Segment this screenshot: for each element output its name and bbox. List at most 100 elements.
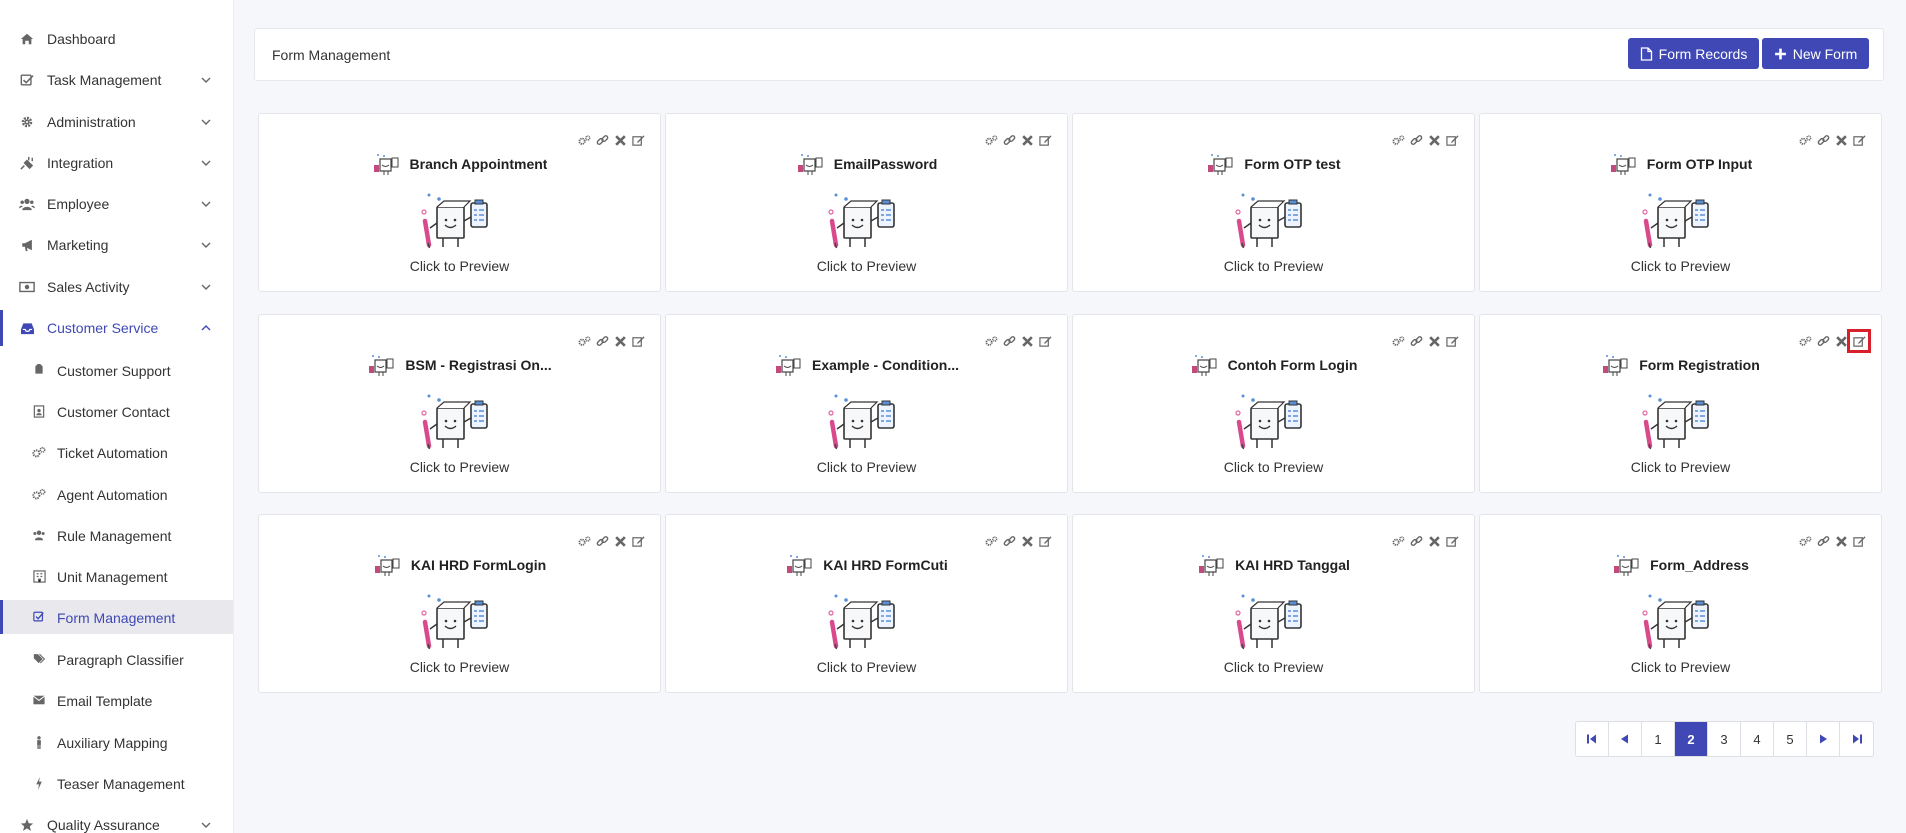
edit-icon[interactable] — [1445, 334, 1459, 348]
form-illustration-icon[interactable] — [1641, 193, 1721, 249]
edit-icon[interactable] — [1852, 534, 1866, 548]
form-illustration-icon[interactable] — [1234, 394, 1314, 450]
settings-icon[interactable] — [577, 334, 591, 348]
settings-icon[interactable] — [984, 334, 998, 348]
settings-icon[interactable] — [577, 133, 591, 147]
sidebar-subitem-rule-management[interactable]: Rule Management — [0, 518, 233, 552]
link-icon[interactable] — [1002, 133, 1016, 147]
link-icon[interactable] — [1816, 133, 1830, 147]
form-card[interactable]: KAI HRD FormCuti Click to Preview — [665, 514, 1068, 693]
form-illustration-icon[interactable] — [420, 394, 500, 450]
form-records-button[interactable]: Form Records — [1628, 38, 1759, 69]
edit-icon[interactable] — [1038, 534, 1052, 548]
form-illustration-icon[interactable] — [827, 193, 907, 249]
form-card[interactable]: Example - Condition... Click to Preview — [665, 314, 1068, 493]
click-to-preview-text[interactable]: Click to Preview — [1480, 459, 1881, 475]
page-5-button[interactable]: 5 — [1774, 722, 1807, 756]
sidebar-subitem-auxiliary-mapping[interactable]: Auxiliary Mapping — [0, 725, 233, 759]
delete-icon[interactable] — [1427, 133, 1441, 147]
first-page-button[interactable] — [1576, 722, 1609, 756]
form-card[interactable]: Form_Address Click to Preview — [1479, 514, 1882, 693]
sidebar-subitem-paragraph-classifier[interactable]: Paragraph Classifier — [0, 642, 233, 676]
edit-icon[interactable] — [631, 334, 645, 348]
click-to-preview-text[interactable]: Click to Preview — [666, 258, 1067, 274]
form-card[interactable]: Contoh Form Login Click to Preview — [1072, 314, 1475, 493]
edit-icon[interactable] — [1038, 334, 1052, 348]
sidebar-item-marketing[interactable]: Marketing — [0, 227, 233, 263]
edit-icon[interactable] — [631, 534, 645, 548]
form-card[interactable]: Form OTP Input Click to Preview — [1479, 113, 1882, 292]
sidebar-subitem-customer-contact[interactable]: Customer Contact — [0, 394, 233, 428]
click-to-preview-text[interactable]: Click to Preview — [1480, 659, 1881, 675]
sidebar-item-customer-service[interactable]: Customer Service — [0, 310, 233, 346]
last-page-button[interactable] — [1840, 722, 1873, 756]
link-icon[interactable] — [1002, 534, 1016, 548]
settings-icon[interactable] — [1391, 334, 1405, 348]
sidebar-item-dashboard[interactable]: Dashboard — [0, 21, 233, 57]
form-illustration-icon[interactable] — [1641, 394, 1721, 450]
form-card[interactable]: KAI HRD FormLogin Click to Preview — [258, 514, 661, 693]
delete-icon[interactable] — [1834, 133, 1848, 147]
form-illustration-icon[interactable] — [1641, 594, 1721, 650]
sidebar-item-quality-assurance[interactable]: Quality Assurance — [0, 807, 233, 833]
page-3-button[interactable]: 3 — [1708, 722, 1741, 756]
form-illustration-icon[interactable] — [1234, 594, 1314, 650]
edit-icon[interactable] — [1852, 133, 1866, 147]
page-2-button[interactable]: 2 — [1675, 722, 1708, 756]
settings-icon[interactable] — [1391, 534, 1405, 548]
delete-icon[interactable] — [613, 534, 627, 548]
sidebar-subitem-customer-support[interactable]: Customer Support — [0, 353, 233, 387]
delete-icon[interactable] — [1834, 334, 1848, 348]
click-to-preview-text[interactable]: Click to Preview — [259, 459, 660, 475]
form-card[interactable]: Form Registration Click to Preview — [1479, 314, 1882, 493]
delete-icon[interactable] — [1020, 133, 1034, 147]
link-icon[interactable] — [595, 534, 609, 548]
sidebar-subitem-unit-management[interactable]: Unit Management — [0, 559, 233, 593]
form-card[interactable]: BSM - Registrasi On... Click to Preview — [258, 314, 661, 493]
form-illustration-icon[interactable] — [420, 193, 500, 249]
next-page-button[interactable] — [1807, 722, 1840, 756]
page-1-button[interactable]: 1 — [1642, 722, 1675, 756]
edit-icon[interactable] — [1445, 133, 1459, 147]
click-to-preview-text[interactable]: Click to Preview — [259, 659, 660, 675]
form-card[interactable]: KAI HRD Tanggal Click to Preview — [1072, 514, 1475, 693]
sidebar-item-task-management[interactable]: Task Management — [0, 62, 233, 98]
settings-icon[interactable] — [1391, 133, 1405, 147]
sidebar-subitem-email-template[interactable]: Email Template — [0, 683, 233, 717]
form-illustration-icon[interactable] — [827, 594, 907, 650]
sidebar-subitem-form-management[interactable]: Form Management — [0, 600, 233, 634]
settings-icon[interactable] — [1798, 133, 1812, 147]
edit-icon[interactable] — [1445, 534, 1459, 548]
sidebar-item-sales-activity[interactable]: Sales Activity — [0, 269, 233, 305]
sidebar-item-employee[interactable]: Employee — [0, 186, 233, 222]
delete-icon[interactable] — [1427, 334, 1441, 348]
form-card[interactable]: EmailPassword Click to Preview — [665, 113, 1068, 292]
delete-icon[interactable] — [1834, 534, 1848, 548]
click-to-preview-text[interactable]: Click to Preview — [1073, 659, 1474, 675]
click-to-preview-text[interactable]: Click to Preview — [666, 459, 1067, 475]
delete-icon[interactable] — [1020, 334, 1034, 348]
link-icon[interactable] — [1816, 334, 1830, 348]
form-illustration-icon[interactable] — [827, 394, 907, 450]
click-to-preview-text[interactable]: Click to Preview — [259, 258, 660, 274]
delete-icon[interactable] — [613, 334, 627, 348]
form-illustration-icon[interactable] — [420, 594, 500, 650]
sidebar-subitem-agent-automation[interactable]: Agent Automation — [0, 477, 233, 511]
sidebar-item-integration[interactable]: Integration — [0, 145, 233, 181]
delete-icon[interactable] — [613, 133, 627, 147]
settings-icon[interactable] — [1798, 534, 1812, 548]
sidebar-subitem-ticket-automation[interactable]: Ticket Automation — [0, 435, 233, 469]
click-to-preview-text[interactable]: Click to Preview — [1480, 258, 1881, 274]
settings-icon[interactable] — [984, 133, 998, 147]
link-icon[interactable] — [1002, 334, 1016, 348]
form-card[interactable]: Form OTP test Click to Preview — [1072, 113, 1475, 292]
link-icon[interactable] — [1816, 534, 1830, 548]
click-to-preview-text[interactable]: Click to Preview — [1073, 459, 1474, 475]
settings-icon[interactable] — [984, 534, 998, 548]
prev-page-button[interactable] — [1609, 722, 1642, 756]
delete-icon[interactable] — [1020, 534, 1034, 548]
settings-icon[interactable] — [577, 534, 591, 548]
delete-icon[interactable] — [1427, 534, 1441, 548]
form-card[interactable]: Branch Appointment Click to Preview — [258, 113, 661, 292]
sidebar-subitem-teaser-management[interactable]: Teaser Management — [0, 766, 233, 800]
